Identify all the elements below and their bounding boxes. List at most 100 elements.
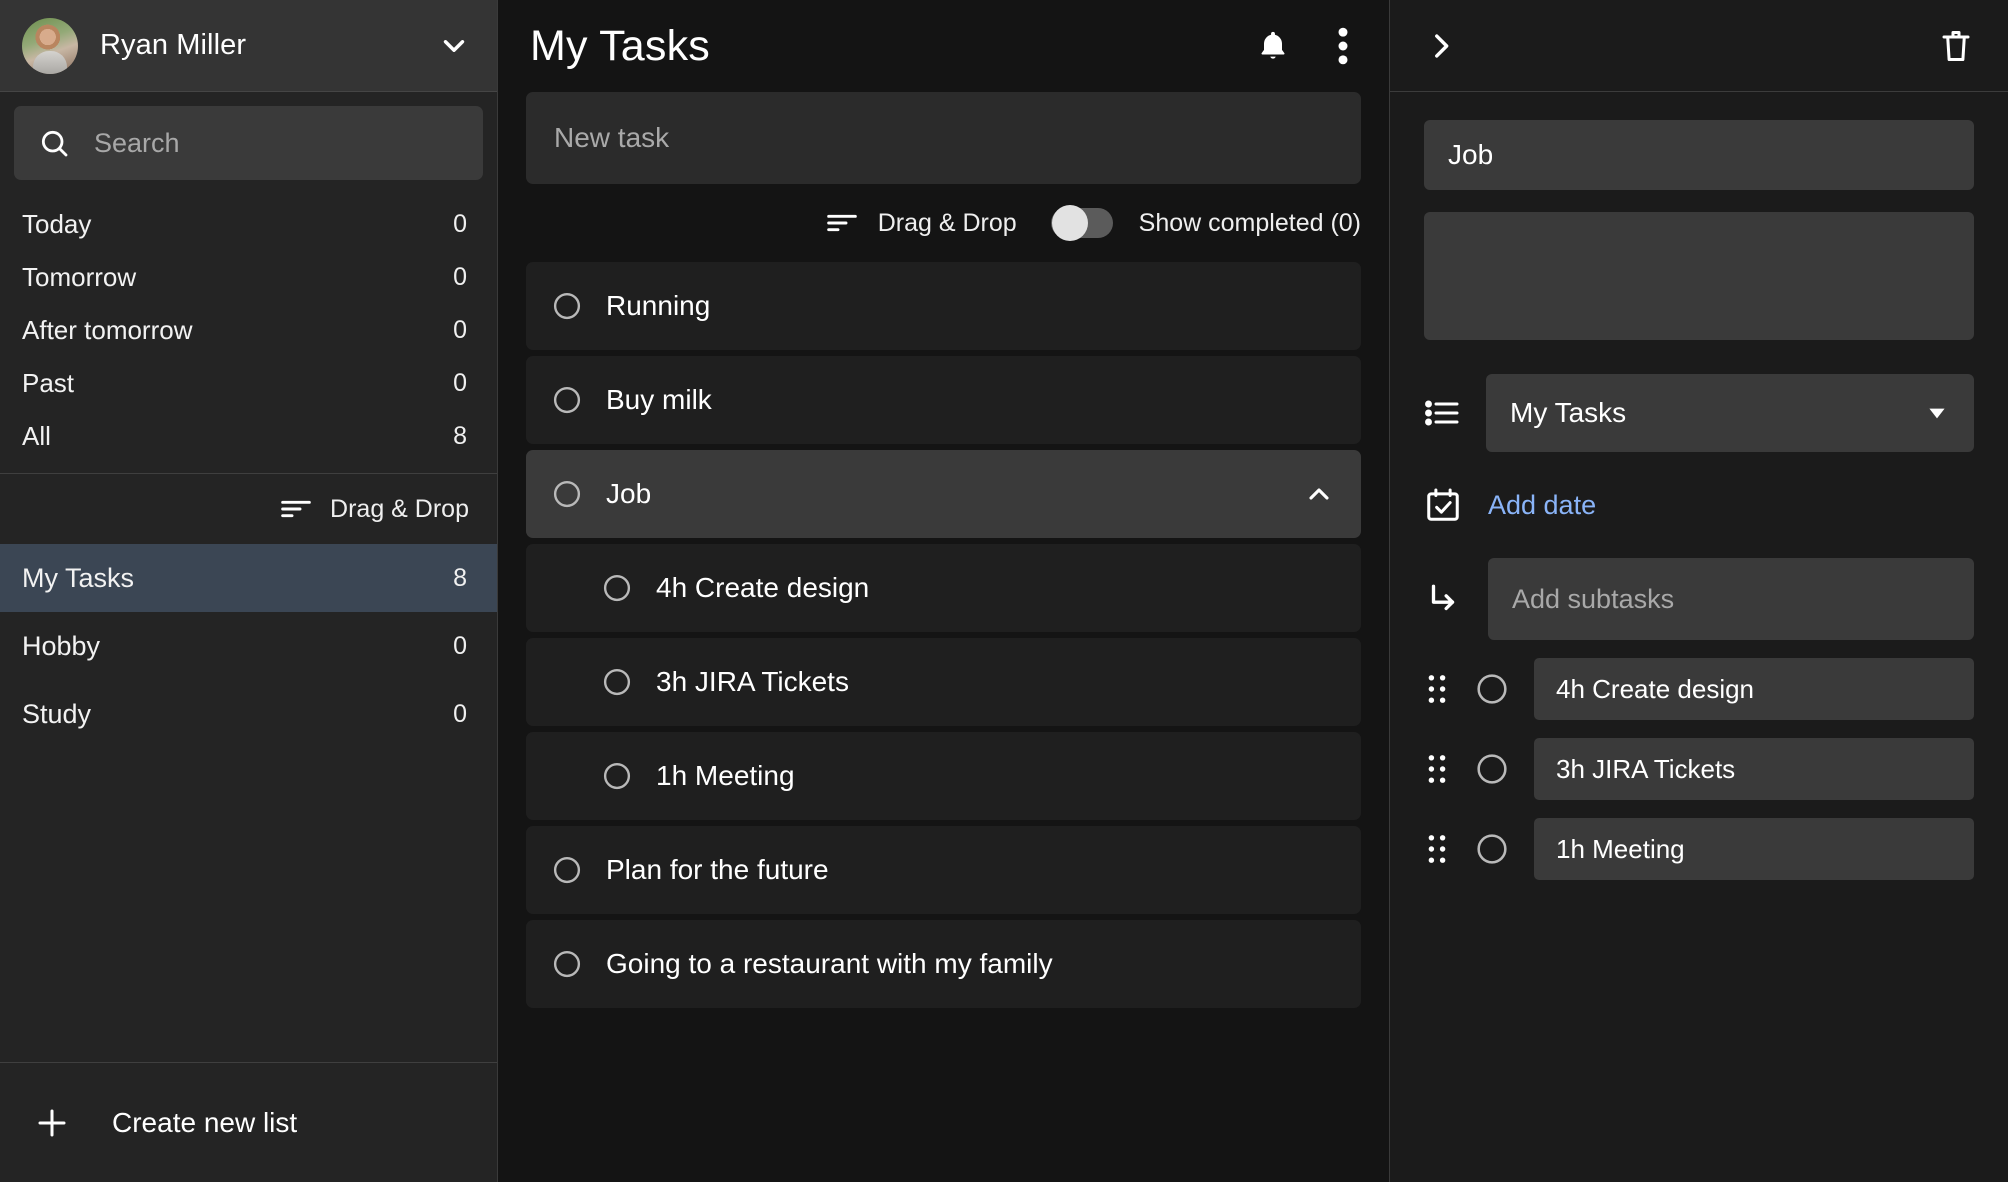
sidebar-item-my-tasks[interactable]: My Tasks 8 xyxy=(0,544,497,612)
subtask-row[interactable]: 3h JIRA Tickets xyxy=(526,638,1361,726)
sidebar-item-tomorrow[interactable]: Tomorrow 0 xyxy=(0,251,497,304)
add-subtasks-input[interactable]: Add subtasks xyxy=(1488,558,1974,640)
checkbox-circle-icon[interactable] xyxy=(552,291,582,321)
sidebar-item-today[interactable]: Today 0 xyxy=(0,198,497,251)
calendar-check-icon xyxy=(1424,486,1462,524)
more-options-icon[interactable] xyxy=(1337,27,1349,65)
task-row[interactable]: Buy milk xyxy=(526,356,1361,444)
main-toolbar: Drag & Drop Show completed (0) xyxy=(498,184,1389,262)
sidebar-item-after-tomorrow[interactable]: After tomorrow 0 xyxy=(0,304,497,357)
filter-count: 0 xyxy=(453,316,467,345)
search-container: Search xyxy=(0,92,497,192)
detail-header xyxy=(1390,0,2008,92)
task-row-job[interactable]: Job xyxy=(526,450,1361,538)
subtask-label: 4h Create design xyxy=(656,572,869,604)
sort-icon xyxy=(280,498,312,520)
checkbox-circle-icon[interactable] xyxy=(602,667,632,697)
checkbox-circle-icon[interactable] xyxy=(552,855,582,885)
sidebar-item-hobby[interactable]: Hobby 0 xyxy=(0,612,497,680)
new-task-container: New task xyxy=(498,92,1389,184)
list-count: 8 xyxy=(453,564,467,593)
filter-label: Tomorrow xyxy=(22,262,136,293)
list-label: Hobby xyxy=(22,631,100,662)
subtask-row[interactable]: 1h Meeting xyxy=(526,732,1361,820)
drag-drop-label: Drag & Drop xyxy=(330,495,469,524)
detail-body: Job My Tasks Add date xyxy=(1390,92,2008,880)
checkbox-circle-icon[interactable] xyxy=(552,385,582,415)
checkbox-circle-icon[interactable] xyxy=(552,479,582,509)
chevron-up-icon[interactable] xyxy=(1303,478,1335,510)
detail-panel: Job My Tasks Add date xyxy=(1390,0,2008,1182)
sidebar-spacer xyxy=(0,748,497,1062)
checkbox-circle-icon[interactable] xyxy=(602,573,632,603)
sidebar-drag-drop-toggle[interactable]: Drag & Drop xyxy=(0,474,497,544)
filter-label: All xyxy=(22,421,51,452)
checkbox-circle-icon[interactable] xyxy=(552,949,582,979)
list-select[interactable]: My Tasks xyxy=(1486,374,1974,452)
task-label: Plan for the future xyxy=(606,854,829,886)
create-new-list-button[interactable]: Create new list xyxy=(0,1062,497,1182)
task-title-field[interactable]: Job xyxy=(1424,120,1974,190)
detail-subtask-row[interactable]: 4h Create design xyxy=(1424,658,1974,720)
drag-handle-icon[interactable] xyxy=(1424,753,1450,785)
add-date-row[interactable]: Add date xyxy=(1424,486,1974,524)
sidebar: Ryan Miller Search Today 0 Tomorrow 0 xyxy=(0,0,498,1182)
filter-count: 0 xyxy=(453,369,467,398)
subtask-text-field[interactable]: 3h JIRA Tickets xyxy=(1534,738,1974,800)
detail-subtask-row[interactable]: 1h Meeting xyxy=(1424,818,1974,880)
checkbox-circle-icon[interactable] xyxy=(1476,673,1508,705)
checkbox-circle-icon[interactable] xyxy=(602,761,632,791)
list-count: 0 xyxy=(453,632,467,661)
header-actions xyxy=(1255,27,1349,65)
chevron-down-icon[interactable] xyxy=(437,29,471,63)
sidebar-item-study[interactable]: Study 0 xyxy=(0,680,497,748)
filter-count: 0 xyxy=(453,210,467,239)
filter-list: Today 0 Tomorrow 0 After tomorrow 0 Past… xyxy=(0,192,497,473)
filter-label: After tomorrow xyxy=(22,315,193,346)
sidebar-item-all[interactable]: All 8 xyxy=(0,410,497,463)
chevron-right-icon[interactable] xyxy=(1424,29,1458,63)
main-header: My Tasks xyxy=(498,0,1389,92)
caret-down-icon[interactable] xyxy=(1924,400,1950,426)
search-input[interactable]: Search xyxy=(14,106,483,180)
new-task-placeholder: New task xyxy=(554,122,669,154)
filter-count: 0 xyxy=(453,263,467,292)
checkbox-circle-icon[interactable] xyxy=(1476,753,1508,785)
subtask-text-field[interactable]: 4h Create design xyxy=(1534,658,1974,720)
bell-icon[interactable] xyxy=(1255,28,1291,64)
search-placeholder: Search xyxy=(94,128,180,159)
add-date-link[interactable]: Add date xyxy=(1488,490,1596,521)
filter-label: Today xyxy=(22,209,91,240)
task-list: Running Buy milk Job xyxy=(498,262,1389,1008)
task-label: Going to a restaurant with my family xyxy=(606,948,1053,980)
add-subtasks-row: Add subtasks xyxy=(1424,558,1974,640)
detail-subtask-row[interactable]: 3h JIRA Tickets xyxy=(1424,738,1974,800)
page-title: My Tasks xyxy=(530,22,710,71)
search-icon xyxy=(38,127,70,159)
list-icon xyxy=(1424,398,1460,428)
list-selector-row: My Tasks xyxy=(1424,374,1974,452)
task-label: Running xyxy=(606,290,710,322)
new-task-input[interactable]: New task xyxy=(526,92,1361,184)
user-header[interactable]: Ryan Miller xyxy=(0,0,497,92)
show-completed-toggle[interactable] xyxy=(1051,208,1113,238)
task-label: Buy milk xyxy=(606,384,712,416)
task-row[interactable]: Running xyxy=(526,262,1361,350)
filter-count: 8 xyxy=(453,422,467,451)
list-select-value: My Tasks xyxy=(1510,397,1626,429)
task-notes-field[interactable] xyxy=(1424,212,1974,340)
checkbox-circle-icon[interactable] xyxy=(1476,833,1508,865)
task-label: Job xyxy=(606,478,651,510)
drag-drop-label[interactable]: Drag & Drop xyxy=(878,209,1017,238)
sort-icon[interactable] xyxy=(826,212,858,234)
task-row[interactable]: Going to a restaurant with my family xyxy=(526,920,1361,1008)
subtask-text-field[interactable]: 1h Meeting xyxy=(1534,818,1974,880)
drag-handle-icon[interactable] xyxy=(1424,673,1450,705)
trash-icon[interactable] xyxy=(1938,28,1974,64)
sidebar-item-past[interactable]: Past 0 xyxy=(0,357,497,410)
filter-label: Past xyxy=(22,368,74,399)
drag-handle-icon[interactable] xyxy=(1424,833,1450,865)
add-subtasks-placeholder: Add subtasks xyxy=(1512,584,1674,615)
subtask-row[interactable]: 4h Create design xyxy=(526,544,1361,632)
task-row[interactable]: Plan for the future xyxy=(526,826,1361,914)
